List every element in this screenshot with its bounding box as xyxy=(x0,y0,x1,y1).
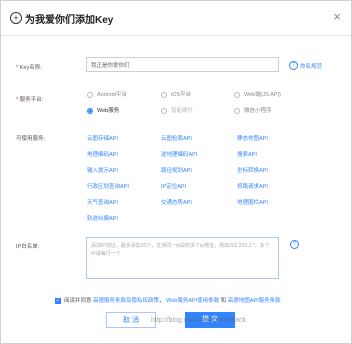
service-item[interactable]: 云图检索API xyxy=(161,134,192,142)
service-item[interactable]: 输入提示API xyxy=(87,166,118,174)
naming-rule-link[interactable]: 命名规范 xyxy=(300,62,322,70)
service-item[interactable]: 云图存储API xyxy=(87,134,118,142)
service-item[interactable]: 路径规划API xyxy=(161,166,192,174)
key-name-input[interactable]: 我正是你爱你们 xyxy=(86,57,279,72)
radio-ios[interactable]: iOS平台 xyxy=(161,90,191,98)
service-item[interactable]: 轨迹纠偏API xyxy=(87,214,118,222)
service-item[interactable]: 天气查询API xyxy=(87,198,118,206)
help-icon[interactable]: ? xyxy=(289,61,298,70)
radio-dot-icon xyxy=(234,107,240,114)
map-api-terms-link[interactable]: 高德地图API服务条款 xyxy=(228,298,281,304)
web-api-terms-link[interactable]: Web服务API使用条款 xyxy=(166,298,219,304)
radio-android[interactable]: Android平台 xyxy=(87,90,127,98)
service-item[interactable]: 交通态势API xyxy=(161,198,192,206)
agreement-row[interactable]: ✓ 阅读并同意 高德服务条款及隐私权政策， Web服务API使用条款 和 高德地图… xyxy=(55,296,281,304)
whitelist-textarea[interactable]: 添加IP地址，最多添加10个，支持同一ip段的多个ip地址，例如202.202.… xyxy=(86,237,279,279)
radio-wechat-miniprogram[interactable]: 微信小程序 xyxy=(234,106,272,114)
cancel-button[interactable]: 取 消 xyxy=(106,312,156,328)
radio-dot-icon xyxy=(87,107,93,114)
service-item[interactable]: 搜索API xyxy=(237,150,257,158)
add-key-dialog: + 为我爱你们添加Key × * Key名称: 我正是你爱你们 ? 命名规范 *… xyxy=(0,0,352,344)
dialog-header: + 为我爱你们添加Key × xyxy=(1,1,351,36)
service-item[interactable]: 坐标转换API xyxy=(237,166,268,174)
close-icon[interactable]: × xyxy=(333,9,341,24)
terms-link[interactable]: 高德服务条款及隐私权政策 xyxy=(93,298,159,304)
whitelist-label: IP白名单: xyxy=(16,244,40,250)
dialog-title: 为我爱你们添加Key xyxy=(25,15,114,26)
service-item[interactable]: 地理围栏API xyxy=(237,198,268,206)
radio-web-service[interactable]: Web服务 xyxy=(87,106,119,114)
radio-dot-icon xyxy=(161,91,167,98)
service-item[interactable]: 地理编码API xyxy=(87,150,118,158)
radio-web-js[interactable]: Web端(JS API) xyxy=(234,90,281,98)
service-item[interactable]: IP定位API xyxy=(161,182,186,190)
platform-label: * 服务平台: xyxy=(16,97,44,103)
radio-dot-icon xyxy=(87,91,93,98)
plus-circle-icon: + xyxy=(10,12,22,24)
service-item[interactable]: 静态地图API xyxy=(237,134,268,142)
service-item[interactable]: 逆地理编码API xyxy=(161,150,197,158)
services-label: 可使用服务: xyxy=(16,136,46,142)
radio-dot-icon xyxy=(234,91,240,98)
checkbox-checked-icon[interactable]: ✓ xyxy=(55,297,61,304)
radio-smart-hardware[interactable]: 智能硬件 xyxy=(161,106,193,114)
service-item[interactable]: 抓路请求API xyxy=(237,182,268,190)
service-item[interactable]: 行政区划查询API xyxy=(87,182,129,190)
watermark: http://blog.csdn.net/coderblack xyxy=(151,317,246,324)
radio-dot-icon xyxy=(161,107,167,114)
key-name-label: * Key名称: xyxy=(16,65,42,71)
help-icon[interactable]: ? xyxy=(290,240,299,249)
